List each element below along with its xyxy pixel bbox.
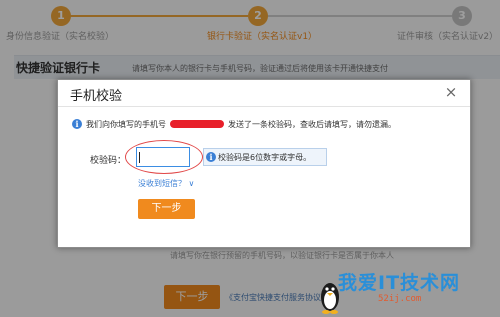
code-field-label: 校验码： <box>90 156 127 166</box>
close-icon[interactable]: × <box>442 83 460 101</box>
dialog-title: 手机校验 <box>70 89 123 104</box>
watermark-url: 52ij.com <box>378 294 422 304</box>
notice-text-prefix: 我们向你填写的手机号 <box>86 120 166 129</box>
dialog-header: 手机校验 × <box>58 80 470 107</box>
phone-verification-dialog: 手机校验 × i 我们向你填写的手机号 发送了一条校验码，查收后请填写，请勿遗漏… <box>57 79 471 248</box>
tip-info-icon: i <box>206 152 216 162</box>
notice-text-suffix: 发送了一条校验码，查收后请填写，请勿遗漏。 <box>228 120 396 129</box>
info-icon: i <box>72 119 82 129</box>
highlight-annotation-ellipse <box>125 140 203 174</box>
code-tip-text: 校验码是6位数字或字母。 <box>218 153 312 162</box>
dialog-next-button[interactable]: 下一步 <box>138 199 195 219</box>
redacted-phone-number <box>170 120 224 128</box>
sms-not-received-link[interactable]: 没收到短信？ ∨ <box>138 178 194 189</box>
watermark-text: 我爱IT技术网 <box>338 272 461 294</box>
